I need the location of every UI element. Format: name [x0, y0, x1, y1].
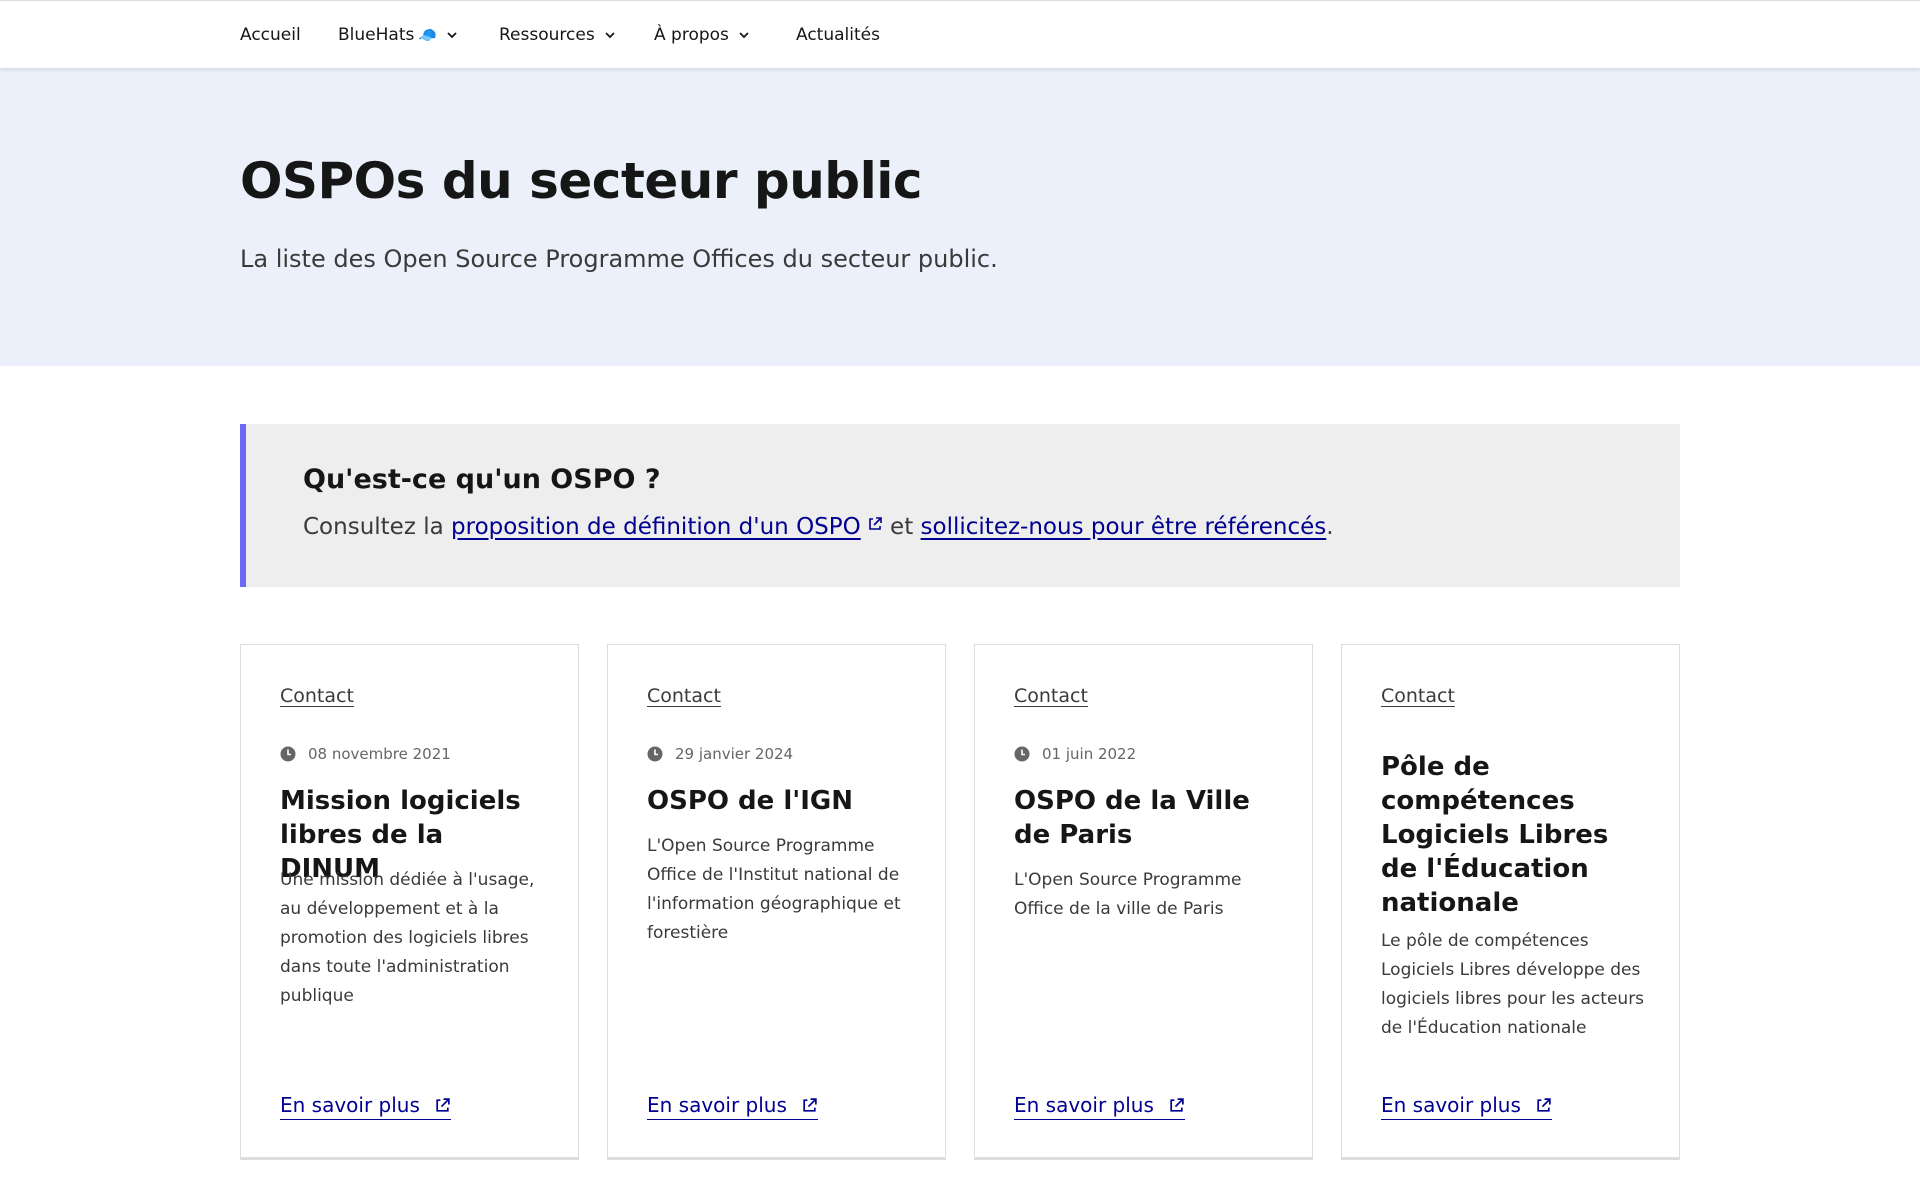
card-date: 01 juin 2022	[1014, 745, 1136, 763]
callout-text-middle: et	[882, 514, 921, 540]
callout-title: Qu'est-ce qu'un OSPO ?	[303, 464, 661, 495]
ospo-card: Contact 08 novembre 2021 Mission logicie…	[240, 644, 579, 1160]
chevron-down-icon	[447, 32, 457, 39]
nav-item-bluehats[interactable]: BlueHats 🧢	[338, 22, 459, 48]
ospo-card: Contact 29 janvier 2024 OSPO de l'IGN L'…	[607, 644, 946, 1160]
nav-item-label: Actualités	[796, 25, 880, 45]
page-title: OSPOs du secteur public	[240, 152, 923, 210]
ospo-definition-link-label: proposition de définition d'un OSPO	[451, 514, 861, 540]
callout-text-suffix: .	[1326, 514, 1334, 540]
clock-icon	[1014, 746, 1030, 762]
nav-item-label: BlueHats	[338, 25, 415, 45]
main-navigation: Accueil BlueHats 🧢 Ressources À propos A…	[0, 0, 1920, 68]
callout: Qu'est-ce qu'un OSPO ? Consultez la prop…	[240, 424, 1680, 587]
chevron-down-icon	[605, 32, 615, 39]
card-date: 29 janvier 2024	[647, 745, 793, 763]
nav-item-accueil[interactable]: Accueil	[240, 22, 301, 48]
external-link-icon	[1170, 1097, 1184, 1112]
card-title: OSPO de l'IGN	[647, 786, 853, 816]
card-description: Une mission dédiée à l'usage, au dévelop…	[280, 870, 535, 1006]
learn-more-link[interactable]: En savoir plus	[1381, 1093, 1552, 1120]
learn-more-link[interactable]: En savoir plus	[1014, 1093, 1185, 1120]
callout-text: Consultez la proposition de définition d…	[303, 514, 1334, 540]
card-description: L'Open Source Programme Office de l'Inst…	[647, 836, 901, 943]
card-date-text: 29 janvier 2024	[675, 745, 794, 763]
contact-tag[interactable]: Contact	[1381, 685, 1455, 707]
card-date-text: 01 juin 2022	[1042, 745, 1137, 763]
card-date: 08 novembre 2021	[280, 745, 451, 763]
contact-tag[interactable]: Contact	[280, 685, 354, 707]
learn-more-label: En savoir plus	[1014, 1093, 1154, 1117]
callout-text-prefix: Consultez la	[303, 514, 452, 540]
clock-icon	[280, 746, 296, 762]
nav-item-label: Ressources	[499, 25, 595, 45]
learn-more-link[interactable]: En savoir plus	[280, 1093, 451, 1120]
ospo-card: Contact 01 juin 2022 OSPO de la Ville de…	[974, 644, 1313, 1160]
card-description: L'Open Source Programme Office de la vil…	[1014, 870, 1242, 919]
external-link-icon	[803, 1097, 817, 1112]
learn-more-label: En savoir plus	[280, 1093, 420, 1117]
nav-item-label: Accueil	[240, 25, 301, 45]
external-link-icon	[868, 517, 882, 530]
ospo-definition-link[interactable]: proposition de définition d'un OSPO	[451, 514, 883, 540]
hero-banner	[0, 68, 1920, 366]
nav-item-a-propos[interactable]: À propos	[654, 22, 751, 48]
cap-icon: 🧢	[418, 26, 438, 44]
card-description: Le pôle de compétences Logiciels Libres …	[1381, 931, 1645, 1038]
card-title: Pôle de compétences Logiciels Libres de …	[1381, 752, 1609, 918]
external-link-icon	[1537, 1097, 1551, 1112]
contact-tag[interactable]: Contact	[647, 685, 721, 707]
ospo-card: Contact Pôle de compétences Logiciels Li…	[1341, 644, 1680, 1160]
external-link-icon	[436, 1097, 450, 1112]
card-title: OSPO de la Ville de Paris	[1014, 786, 1250, 850]
nav-item-ressources[interactable]: Ressources	[499, 22, 617, 48]
card-date-text: 08 novembre 2021	[308, 745, 451, 763]
page-subtitle: La liste des Open Source Programme Offic…	[240, 245, 998, 273]
contact-tag[interactable]: Contact	[1014, 685, 1088, 707]
request-referencing-link[interactable]: sollicitez-nous pour être référencés	[921, 514, 1327, 540]
nav-item-actualites[interactable]: Actualités	[796, 22, 880, 48]
nav-item-label: À propos	[654, 25, 729, 45]
learn-more-label: En savoir plus	[647, 1093, 787, 1117]
learn-more-label: En savoir plus	[1381, 1093, 1521, 1117]
clock-icon	[647, 746, 663, 762]
chevron-down-icon	[739, 32, 749, 39]
learn-more-link[interactable]: En savoir plus	[647, 1093, 818, 1120]
